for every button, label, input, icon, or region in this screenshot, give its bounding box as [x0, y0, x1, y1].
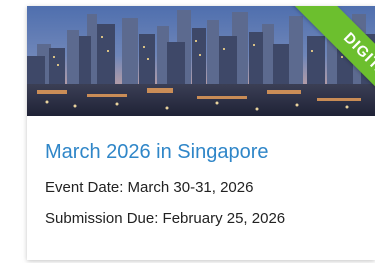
singapore-skyline-image[interactable]: DIGITAL	[27, 6, 375, 116]
event-title-link[interactable]: March 2026 in Singapore	[45, 141, 268, 164]
submission-due-text: Submission Due: February 25, 2026	[45, 210, 286, 227]
event-card[interactable]: DIGITAL March 2026 in Singapore Event Da…	[27, 6, 375, 260]
event-date-text: Event Date: March 30-31, 2026	[45, 179, 254, 196]
